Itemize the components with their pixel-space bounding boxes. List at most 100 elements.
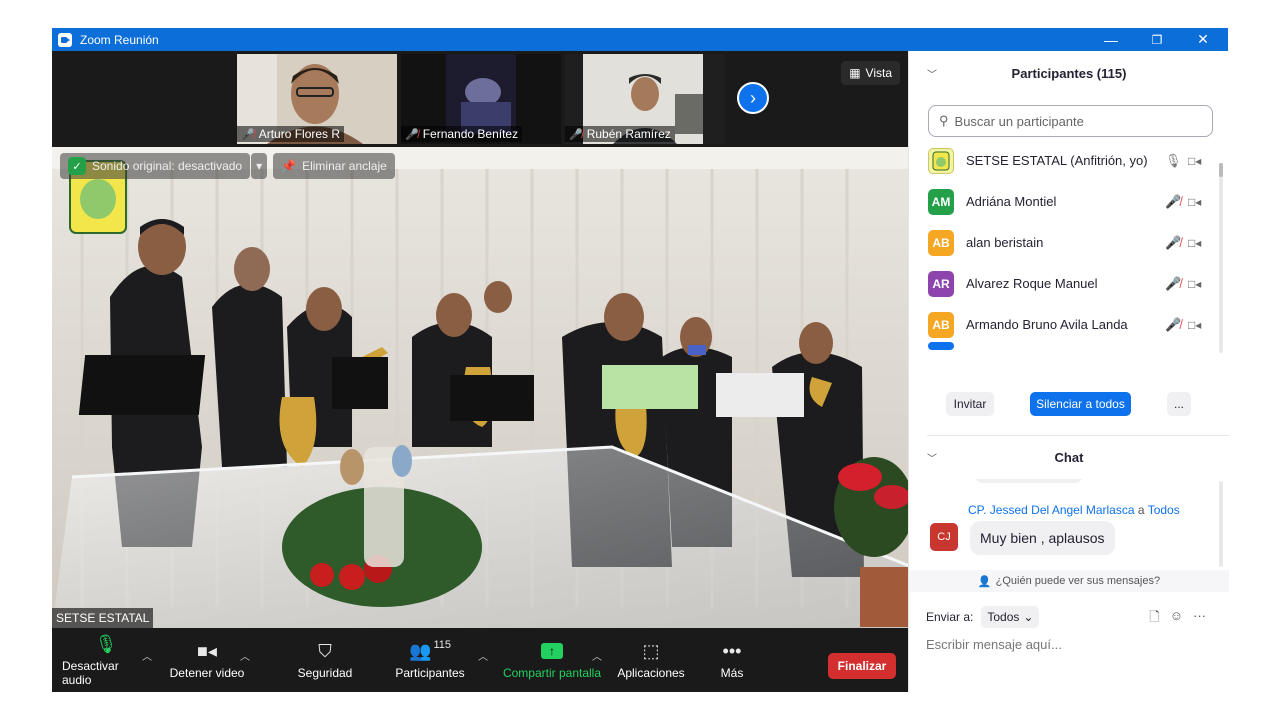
participant-row[interactable]: AR Alvarez Roque Manuel 🎤̸ □◂ [909,263,1221,304]
original-sound-toggle[interactable]: ✓ Sonido original: desactivado [60,153,251,179]
video-camera-icon[interactable]: □◂ [1188,318,1201,332]
scrollbar-thumb[interactable] [1219,163,1223,177]
participant-row[interactable]: AM Adriána Montiel 🎤̸ □◂ [909,181,1221,222]
host-logo-icon [932,151,950,170]
muted-mic-icon: 🎤̸ [569,128,583,141]
next-page-button[interactable]: › [737,82,769,114]
restore-button[interactable]: ❐ [1134,28,1180,51]
close-button[interactable]: ✕ [1180,28,1226,51]
security-label: Seguridad [297,666,353,680]
chevron-down-icon: ▾ [256,159,263,173]
send-to-label: Enviar a: [926,610,974,624]
end-meeting-button[interactable]: Finalizar [828,653,896,679]
participant-name: alan beristain [966,235,1044,250]
chat-header: ﹀ Chat [909,442,1229,472]
thumbnail-strip: 🎤̸ Arturo Flores R 🎤̸ Fernando Benítez 🎤… [52,51,908,147]
participant-thumbnail[interactable]: 🎤̸ Rubén Ramírez [565,54,725,144]
thumbnail-name-tag: 🎤̸ Fernando Benítez [401,126,523,142]
muted-mic-icon[interactable]: 🎤̸ [1165,317,1181,333]
chat-scrollbar[interactable] [1219,481,1223,567]
microphone-icon[interactable]: 🎙 [1165,153,1182,169]
participants-icon: 👥 115 [409,639,451,661]
original-sound-dropdown[interactable]: ▾ [251,153,268,179]
participant-name: Adriána Montiel [966,194,1057,209]
muted-mic-icon[interactable]: 🎤̸ [1165,194,1181,210]
video-camera-icon[interactable]: □◂ [1188,277,1201,291]
more-dots-icon[interactable]: ··· [1193,608,1206,630]
grid-view-icon: ▦ [849,66,861,80]
security-button[interactable]: ⛉ Seguridad [288,628,362,692]
participant-row-partial[interactable] [909,342,1221,352]
search-placeholder: Buscar un participante [954,113,1084,129]
microphone-icon: 🎙 [94,633,118,654]
collapse-participants-icon[interactable]: ﹀ [927,66,937,81]
chevron-right-icon: › [750,87,756,108]
mute-all-button[interactable]: Silenciar a todos [1030,392,1131,416]
participant-row[interactable]: AB alan beristain 🎤̸ □◂ [909,222,1221,263]
view-button[interactable]: ▦ Vista [841,61,900,85]
meeting-toolbar: 🎙 Desactivar audio ︿ ■◂ Detener video ︿ … [52,628,908,692]
share-screen-label: Compartir pantalla [502,666,602,680]
participants-count: 115 [433,639,451,651]
mute-audio-button[interactable]: 🎙 Desactivar audio [62,628,150,692]
participants-label: Participantes [395,666,465,680]
apps-button[interactable]: ⬚ Aplicaciones [614,628,688,692]
participants-options-caret[interactable]: ︿ [478,648,488,663]
thumbnail-name: Arturo Flores R [258,127,341,141]
participants-scrollbar[interactable] [1219,163,1223,353]
invite-button[interactable]: Invitar [946,392,994,416]
video-camera-icon[interactable]: □◂ [1188,195,1201,209]
video-camera-icon: ■◂ [197,640,217,661]
video-camera-icon[interactable]: □◂ [1188,236,1201,250]
message-sender-line: CP. Jessed Del Angel Marlasca a Todos [968,503,1180,517]
share-options-caret[interactable]: ︿ [592,648,602,663]
thumbnail-name: Fernando Benítez [422,127,519,141]
recipient-select[interactable]: Todos ⌄ [981,606,1040,628]
muted-mic-icon: 🎤̸ [405,128,419,141]
chat-tools: 🗋 ☺ ··· [1149,608,1206,630]
participant-row[interactable]: SETSE ESTATAL (Anfitrión, yo) 🎙 □◂ [909,140,1221,181]
muted-mic-icon[interactable]: 🎤̸ [1165,276,1181,292]
video-camera-icon[interactable]: □◂ [1188,154,1201,168]
avatar: AB [928,229,954,256]
video-overlay-controls: ✓ Sonido original: desactivado ▾ 📌 Elimi… [60,153,395,179]
video-options-caret[interactable]: ︿ [240,648,250,663]
emoji-icon[interactable]: ☺ [1170,608,1183,630]
zoom-logo-icon [58,32,72,47]
participants-button[interactable]: 👥 115 Participantes [390,628,470,692]
participant-thumbnail[interactable]: 🎤̸ Arturo Flores R [237,54,397,144]
minimize-button[interactable]: — [1088,28,1134,51]
file-icon[interactable]: 🗋 [1149,608,1159,630]
zoom-window: Zoom Reunión — ❐ ✕ 🎤̸ Arturo Flores R 🎤̸… [52,28,1229,692]
more-options-button[interactable]: ... [1167,392,1191,416]
more-label: Más [720,666,744,680]
section-divider [927,435,1229,436]
message-sender[interactable]: CP. Jessed Del Angel Marlasca [968,503,1135,517]
thumbnail-name-tag: 🎤̸ Rubén Ramírez [565,126,675,142]
avatar [928,342,954,350]
thumbnail-name-tag: 🎤̸ Arturo Flores R [237,126,345,142]
send-to-row: Enviar a: Todos ⌄ [926,606,1040,628]
muted-mic-icon[interactable]: 🎤̸ [1165,235,1181,251]
avatar [928,147,954,174]
title-bar: Zoom Reunión — ❐ ✕ [52,28,1228,51]
participant-name: SETSE ESTATAL (Anfitrión, yo) [966,153,1148,168]
participant-name: Armando Bruno Avila Landa [966,317,1128,332]
more-button[interactable]: ••• Más [708,628,756,692]
share-screen-button[interactable]: ↑ Compartir pantalla [498,628,606,692]
unpin-button[interactable]: 📌 Eliminar anclaje [273,153,395,179]
who-can-see-link[interactable]: 👤 ¿Quién puede ver sus mensajes? [909,570,1229,592]
chat-messages: CP. Jessed Del Angel Marlasca a Todos CJ… [909,479,1221,574]
chat-title: Chat [1054,449,1084,465]
participant-search-input[interactable]: ⚲ Buscar un participante [928,105,1213,137]
participants-title: Participantes (115) [1011,65,1127,81]
participant-row[interactable]: AB Armando Bruno Avila Landa 🎤̸ □◂ [909,304,1221,345]
chat-message-input[interactable]: Escribir mensaje aquí... [926,637,1062,652]
message-recipient[interactable]: Todos [1148,503,1180,517]
collapse-chat-icon[interactable]: ﹀ [927,450,937,465]
shield-check-icon: ✓ [68,157,86,175]
audio-options-caret[interactable]: ︿ [142,648,152,663]
participant-thumbnail[interactable]: 🎤̸ Fernando Benítez [401,54,561,144]
original-sound-label: Sonido original: desactivado [92,159,243,173]
stop-video-button[interactable]: ■◂ Detener video [164,628,250,692]
